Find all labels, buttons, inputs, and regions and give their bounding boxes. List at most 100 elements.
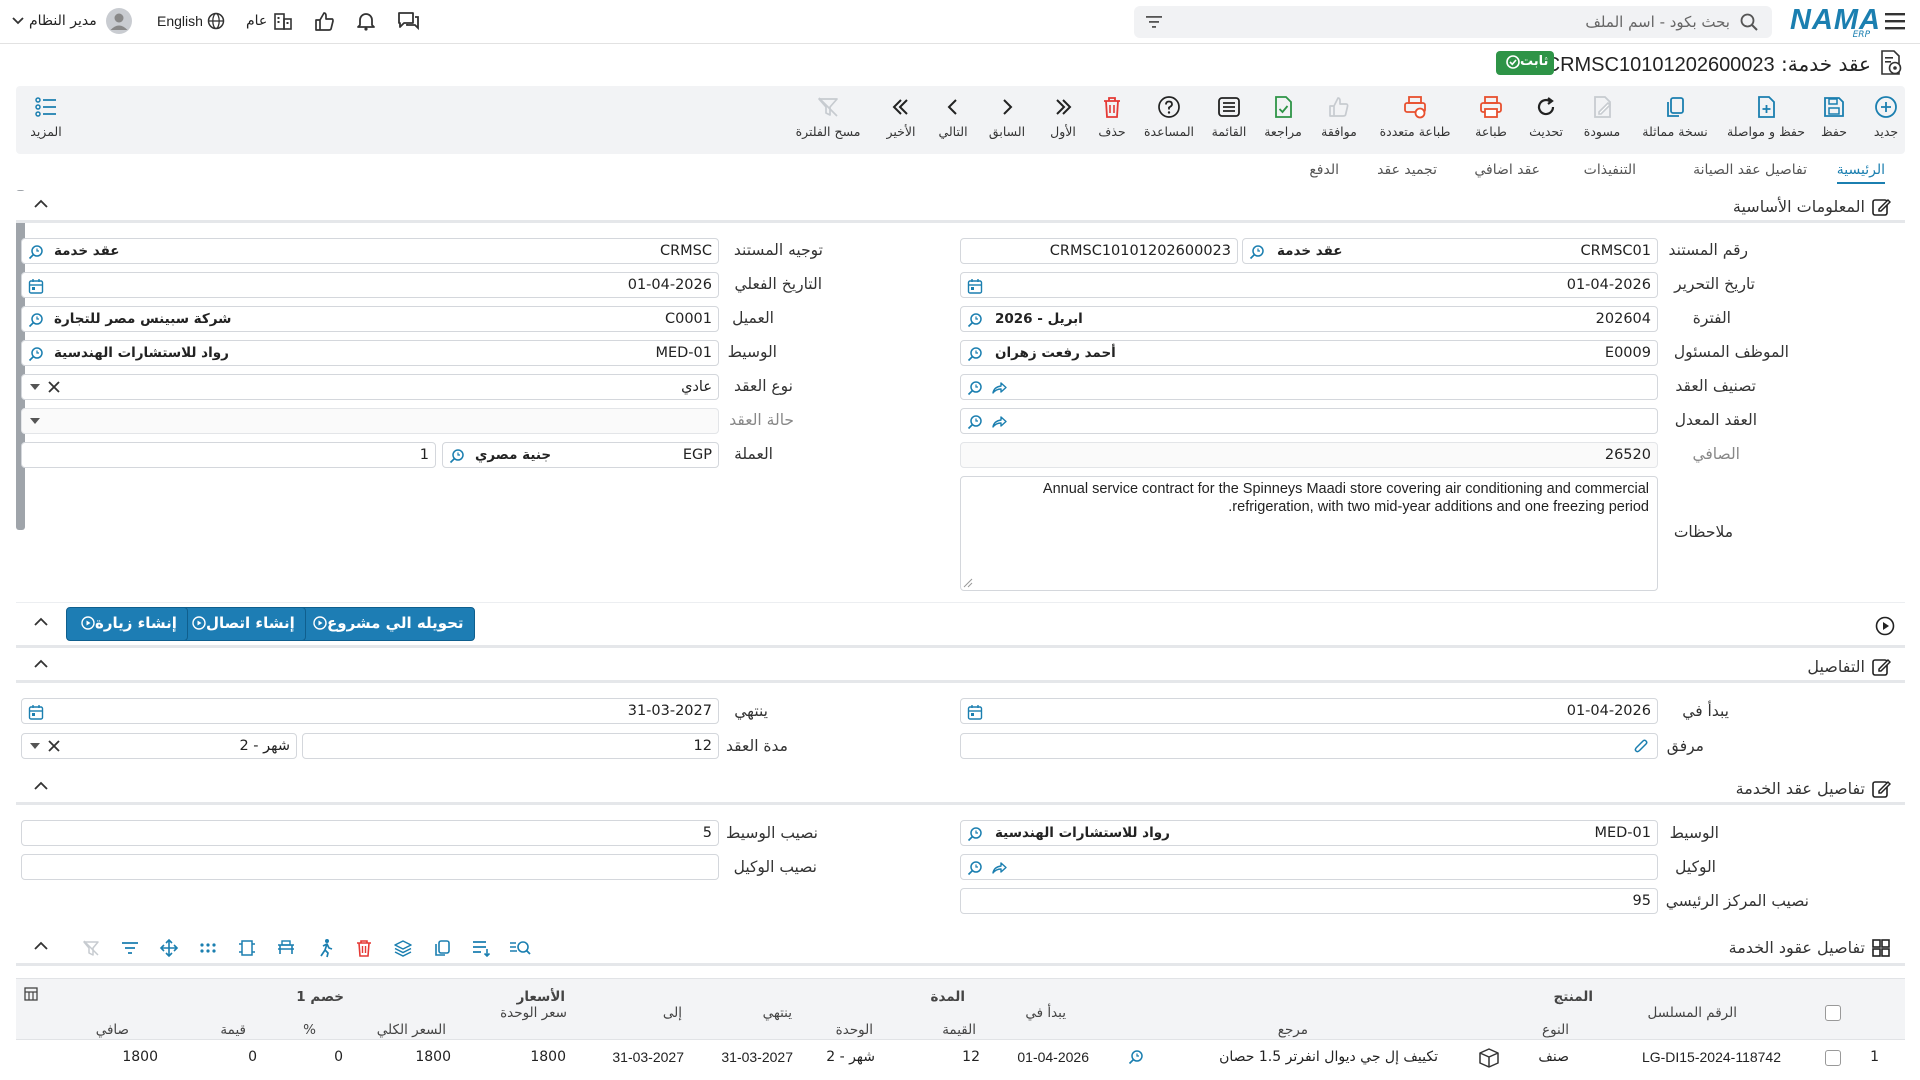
- cell-ref[interactable]: تكييف إل جي ديوال انفرتر 1.5 حصان: [1219, 1049, 1438, 1065]
- table-row[interactable]: 1 LG-DI15-2024-118742 صنف تكييف إل جي دي…: [16, 1039, 1905, 1080]
- grid-table-icon[interactable]: [272, 934, 300, 962]
- col-unit[interactable]: الوحدة: [836, 1022, 873, 1038]
- grid-filter-icon[interactable]: [116, 934, 144, 962]
- language-switch[interactable]: English: [157, 13, 203, 29]
- copy-button[interactable]: نسخة مماثلة: [1632, 94, 1718, 139]
- doc-number-field[interactable]: CRMSC01 عقد خدمة: [1242, 238, 1658, 264]
- grid-delete-icon[interactable]: [350, 934, 378, 962]
- new-button[interactable]: جديد: [1855, 94, 1917, 139]
- lookup-icon[interactable]: [28, 312, 44, 328]
- grid-column-icon[interactable]: [233, 934, 261, 962]
- agent-field[interactable]: [960, 854, 1658, 880]
- cell-disc-value[interactable]: 0: [248, 1049, 257, 1065]
- review-button[interactable]: مراجعة: [1258, 94, 1308, 139]
- grid-clear-filter-icon[interactable]: [77, 934, 105, 962]
- chevron-down-icon[interactable]: [12, 17, 24, 25]
- contract-class-field[interactable]: [960, 374, 1658, 400]
- save-button[interactable]: حفظ: [1814, 94, 1854, 139]
- lookup-icon[interactable]: [449, 448, 465, 464]
- col-type[interactable]: النوع: [1542, 1022, 1569, 1038]
- hamburger-menu-icon[interactable]: [1883, 10, 1907, 32]
- lookup-icon[interactable]: [28, 346, 44, 362]
- grid-columns-icon[interactable]: [24, 987, 38, 1001]
- starts-field[interactable]: 01-04-2026: [960, 698, 1658, 724]
- notes-textarea[interactable]: Annual service contract for the Spinneys…: [960, 476, 1658, 591]
- duration-field[interactable]: 12: [302, 733, 719, 759]
- tab-additional-contract[interactable]: عقد اضافي: [1474, 162, 1540, 178]
- filter-icon[interactable]: [1146, 15, 1162, 29]
- tab-payment[interactable]: الدفع: [1309, 162, 1339, 178]
- col-serial[interactable]: الرقم المسلسل: [1648, 1005, 1738, 1021]
- doc-serial-field[interactable]: CRMSC10101202600023: [960, 238, 1238, 264]
- edit-date-field[interactable]: 01-04-2026: [960, 272, 1658, 298]
- nama-logo[interactable]: NAMA ERP: [1790, 4, 1880, 40]
- chat-icon[interactable]: [396, 10, 420, 32]
- calendar-icon[interactable]: [967, 704, 983, 720]
- attachment-field[interactable]: [960, 733, 1658, 759]
- employee-field[interactable]: E0009 أحمد رفعت زهران: [960, 340, 1658, 366]
- lookup-icon[interactable]: [1128, 1049, 1144, 1065]
- prev-button[interactable]: السابق: [984, 94, 1030, 139]
- next-button[interactable]: التالي: [930, 94, 976, 139]
- amended-contract-field[interactable]: [960, 408, 1658, 434]
- cell-ends[interactable]: 31-03-2027: [721, 1049, 793, 1065]
- convert-to-project-button[interactable]: تحويله الي مشروع: [298, 607, 475, 641]
- contract-type-select[interactable]: عادي: [21, 374, 719, 400]
- print-button[interactable]: طباعة: [1466, 94, 1516, 139]
- cell-type[interactable]: صنف: [1538, 1049, 1569, 1065]
- chevron-up-icon[interactable]: [34, 617, 48, 627]
- refresh-button[interactable]: تحديث: [1521, 94, 1571, 139]
- create-call-button[interactable]: إنشاء اتصال: [177, 607, 306, 641]
- grid-move-icon[interactable]: [155, 934, 183, 962]
- tab-maintenance-details[interactable]: تفاصيل عقد الصيانة: [1693, 162, 1807, 178]
- last-button[interactable]: الأخير: [879, 94, 923, 139]
- share-icon[interactable]: [991, 860, 1007, 876]
- exchange-rate-field[interactable]: 1: [21, 442, 436, 468]
- section-service-details[interactable]: تفاصيل عقد الخدمة: [16, 773, 1905, 805]
- main-center-share-field[interactable]: 95: [960, 888, 1658, 914]
- cell-net[interactable]: 1800: [122, 1049, 158, 1065]
- more-button[interactable]: المزيد: [26, 94, 66, 139]
- cell-total-price[interactable]: 1800: [415, 1049, 451, 1065]
- col-ends[interactable]: ينتهي: [763, 1005, 792, 1021]
- doc-direction-field[interactable]: CRMSC عقد خدمة: [21, 238, 719, 264]
- tab-executions[interactable]: التنفيذات: [1584, 162, 1636, 178]
- grid-run-icon[interactable]: [311, 934, 339, 962]
- search-input[interactable]: بحث بكود - اسم الملف: [1134, 6, 1772, 38]
- bell-icon[interactable]: [355, 10, 377, 32]
- thumbs-up-icon[interactable]: [313, 10, 335, 32]
- customer-field[interactable]: C0001 شركة سبينس مصر للتجارة: [21, 306, 719, 332]
- cell-starts[interactable]: 01-04-2026: [1017, 1049, 1089, 1065]
- duration-unit-select[interactable]: 2 - شهر: [21, 733, 297, 759]
- lookup-icon[interactable]: [967, 826, 983, 842]
- list-button[interactable]: القائمة: [1203, 94, 1255, 139]
- col-disc-value[interactable]: قيمة: [220, 1022, 246, 1038]
- lookup-icon[interactable]: [28, 244, 44, 260]
- caret-down-icon[interactable]: [30, 384, 40, 390]
- col-net[interactable]: صافي: [96, 1022, 129, 1038]
- calendar-icon[interactable]: [28, 278, 44, 294]
- ends-field[interactable]: 31-03-2027: [21, 698, 719, 724]
- section-details[interactable]: التفاصيل: [16, 651, 1905, 683]
- broker-field[interactable]: MED-01 رواد للاستشارات الهندسية: [21, 340, 719, 366]
- caret-down-icon[interactable]: [30, 743, 40, 749]
- building-icon[interactable]: [272, 10, 294, 32]
- grid-copy-icon[interactable]: [428, 934, 456, 962]
- draft-button[interactable]: مسودة: [1577, 94, 1627, 139]
- broker-share-field[interactable]: 5: [21, 820, 719, 846]
- multi-print-button[interactable]: طباعة متعددة: [1369, 94, 1461, 139]
- agent-share-field[interactable]: [21, 854, 719, 880]
- lookup-icon[interactable]: [967, 346, 983, 362]
- lookup-icon[interactable]: [967, 380, 983, 396]
- cell-pct[interactable]: 0: [334, 1049, 343, 1065]
- col-ref[interactable]: مرجع: [1278, 1022, 1308, 1038]
- resize-handle-icon[interactable]: [963, 578, 973, 588]
- avatar[interactable]: [106, 8, 132, 34]
- contract-status-select[interactable]: [21, 408, 719, 434]
- grid-sort-icon[interactable]: [467, 934, 495, 962]
- cell-to[interactable]: 31-03-2027: [612, 1049, 684, 1065]
- grid-dots-icon[interactable]: [194, 934, 222, 962]
- first-button[interactable]: الأول: [1041, 94, 1085, 139]
- tab-main[interactable]: الرئيسية: [1836, 162, 1885, 184]
- lookup-icon[interactable]: [967, 860, 983, 876]
